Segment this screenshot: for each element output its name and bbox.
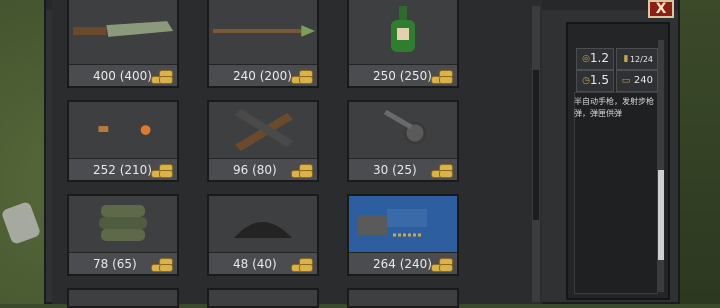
coins-icon — [291, 254, 313, 272]
description-box — [574, 92, 658, 294]
rifle-parts-icon — [209, 102, 317, 158]
bullet-icon: ▭ — [621, 76, 631, 86]
stat-value: 1.2 — [589, 51, 609, 65]
stat-ammo: ▮ 12/24 — [616, 48, 658, 70]
shop-item[interactable] — [67, 288, 179, 308]
shop-item[interactable]: 400 (400) — [67, 0, 179, 88]
stat-damage: ◎ 1.2 — [576, 48, 614, 70]
chain-tool-icon — [349, 196, 457, 252]
shop-item[interactable] — [207, 288, 319, 308]
shop-item[interactable]: 96 (80) — [207, 100, 319, 182]
item-list-scroll-thumb[interactable] — [533, 70, 539, 220]
coins-icon — [151, 160, 173, 178]
machete-icon — [69, 0, 177, 64]
stat-value: 240 — [633, 75, 653, 86]
spear-icon — [209, 0, 317, 64]
coins-icon — [291, 160, 313, 178]
shop-item[interactable]: 252 (210) — [67, 100, 179, 182]
stat-value: 12/24 — [629, 55, 653, 64]
shop-item[interactable]: 78 (65) — [67, 194, 179, 276]
stat-value: 1.5 — [589, 73, 609, 87]
gear-parts-icon — [349, 102, 457, 158]
coins-icon — [151, 66, 173, 84]
coins-icon — [291, 66, 313, 84]
shop-item[interactable]: 30 (25) — [347, 100, 459, 182]
molotov-icon — [349, 0, 457, 64]
background-right — [680, 0, 720, 304]
stat-price: ▭ 240 — [616, 70, 658, 92]
ammo-icon — [69, 102, 177, 158]
coins-icon — [431, 160, 453, 178]
item-description: 半自动手枪，发射步枪弹，弹匣供弹 — [574, 97, 654, 118]
gunpowder-icon — [209, 196, 317, 252]
shop-item[interactable]: 240 (200) — [207, 0, 319, 88]
coins-icon — [431, 254, 453, 272]
info-scroll-thumb[interactable] — [658, 170, 664, 260]
close-button[interactable]: X — [648, 0, 674, 18]
shop-item[interactable]: 264 (240) — [347, 194, 459, 276]
shop-item[interactable]: 48 (40) — [207, 194, 319, 276]
coins-icon — [151, 254, 173, 272]
shop-item[interactable]: 250 (250) — [347, 0, 459, 88]
stat-speed: ◷ 1.5 — [576, 70, 614, 92]
shop-item[interactable] — [347, 288, 459, 308]
coins-icon — [431, 66, 453, 84]
sandbag-icon — [69, 196, 177, 252]
